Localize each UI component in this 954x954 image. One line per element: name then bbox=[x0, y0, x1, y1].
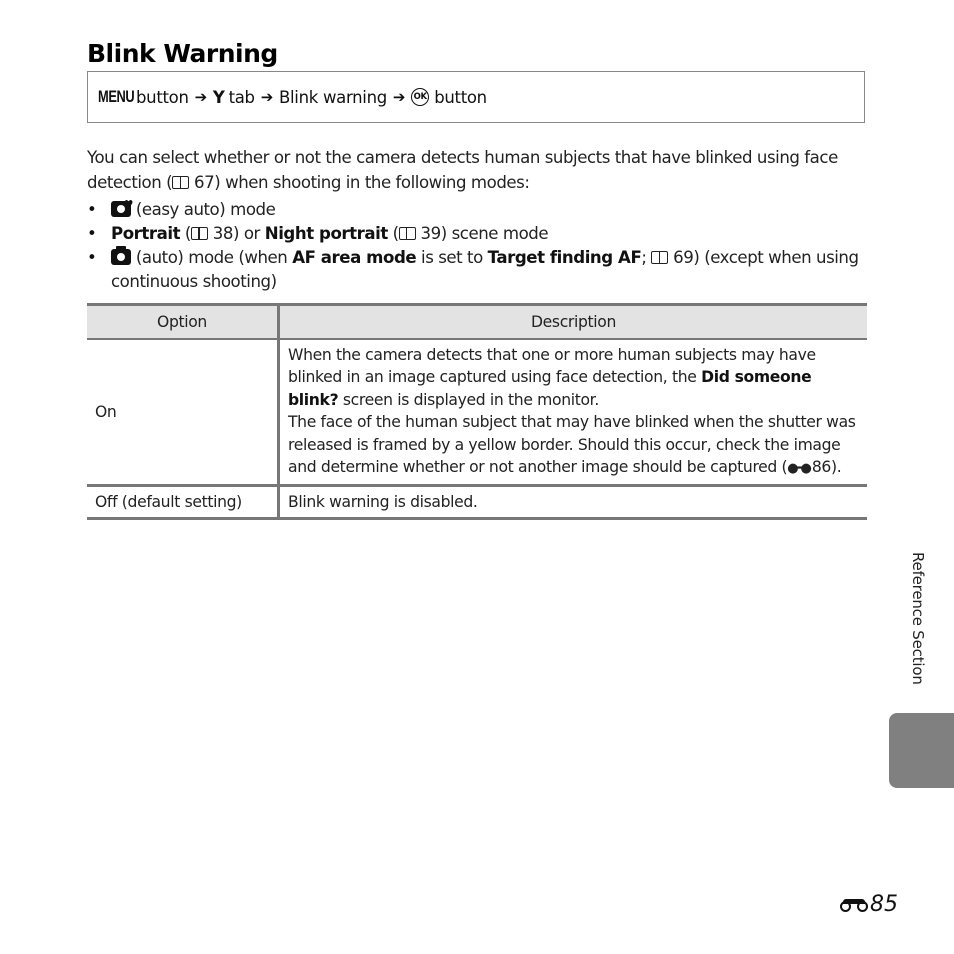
options-table: Option Description On When the camera de… bbox=[87, 303, 867, 521]
description-text: ). bbox=[830, 458, 842, 477]
table-header-row: Option Description bbox=[87, 303, 867, 340]
table-row: On When the camera detects that one or m… bbox=[87, 339, 867, 488]
page-reference: 67 bbox=[194, 173, 215, 192]
page-number: 85 bbox=[840, 892, 898, 917]
book-reference-icon bbox=[398, 227, 416, 240]
page-reference: 39 bbox=[420, 224, 442, 243]
list-item-text: is set to bbox=[416, 248, 488, 267]
page-reference: 38 bbox=[212, 224, 234, 243]
list-item-text: ) or bbox=[233, 224, 265, 243]
auto-camera-icon bbox=[111, 246, 131, 265]
section-side-label: Reference Section bbox=[909, 552, 927, 685]
page-title: Blink Warning bbox=[87, 38, 278, 68]
nav-text-button: button bbox=[136, 87, 189, 107]
mode-name: Portrait bbox=[111, 224, 181, 243]
intro-text: ) when shooting in the following modes: bbox=[214, 173, 530, 192]
list-item-text: ( bbox=[387, 224, 399, 243]
list-item-text: ( bbox=[180, 224, 191, 243]
book-reference-icon bbox=[190, 227, 208, 240]
reference-section-icon bbox=[840, 898, 868, 912]
nav-text-button: button bbox=[434, 87, 487, 107]
list-item-text: (easy auto) mode bbox=[135, 200, 276, 219]
arrow-right-icon: ➔ bbox=[260, 88, 274, 106]
menu-navigation-path: MENU button ➔ Y tab ➔ Blink warning ➔ OK… bbox=[87, 71, 865, 123]
column-header-description: Description bbox=[278, 303, 867, 340]
intro-paragraph: You can select whether or not the camera… bbox=[87, 145, 877, 195]
book-reference-icon bbox=[651, 251, 669, 264]
reference-section-icon: ●━● bbox=[787, 461, 811, 477]
nav-text-tab: tab bbox=[228, 87, 255, 107]
arrow-right-icon: ➔ bbox=[392, 88, 406, 106]
option-cell: Off (default setting) bbox=[87, 485, 280, 521]
option-cell: On bbox=[87, 339, 280, 488]
setting-value: Target finding AF bbox=[487, 248, 642, 267]
list-item: (auto) mode (when AF area mode is set to… bbox=[87, 246, 877, 294]
section-thumb-tab bbox=[889, 713, 954, 788]
list-item-text: (auto) mode (when bbox=[135, 248, 293, 267]
list-item: Portrait ( 38) or Night portrait ( 39) s… bbox=[87, 222, 877, 246]
description-cell: Blink warning is disabled. bbox=[278, 485, 867, 521]
mode-list: (easy auto) mode Portrait ( 38) or Night… bbox=[87, 193, 877, 294]
list-item: (easy auto) mode bbox=[87, 193, 877, 222]
list-item-text: ) scene mode bbox=[440, 224, 549, 243]
description-text: The face of the human subject that may h… bbox=[288, 413, 856, 477]
page-reference: 69 bbox=[673, 248, 694, 267]
page-reference: 86 bbox=[811, 458, 832, 477]
column-header-option: Option bbox=[87, 303, 280, 340]
nav-text-item: Blink warning bbox=[279, 87, 387, 107]
page-number-text: 85 bbox=[870, 892, 898, 917]
easy-auto-camera-icon bbox=[111, 193, 133, 217]
table-row: Off (default setting) Blink warning is d… bbox=[87, 485, 867, 521]
mode-name: Night portrait bbox=[264, 224, 389, 243]
arrow-right-icon: ➔ bbox=[194, 88, 208, 106]
wrench-icon: Y bbox=[212, 87, 225, 107]
ok-button-icon: OK bbox=[411, 88, 430, 106]
list-item-text: ; bbox=[641, 248, 652, 267]
book-reference-icon bbox=[172, 176, 190, 189]
menu-button-icon: MENU bbox=[98, 87, 135, 106]
setting-name: AF area mode bbox=[292, 248, 417, 267]
description-cell: When the camera detects that one or more… bbox=[278, 339, 867, 488]
description-text: screen is displayed in the monitor. bbox=[338, 390, 599, 409]
